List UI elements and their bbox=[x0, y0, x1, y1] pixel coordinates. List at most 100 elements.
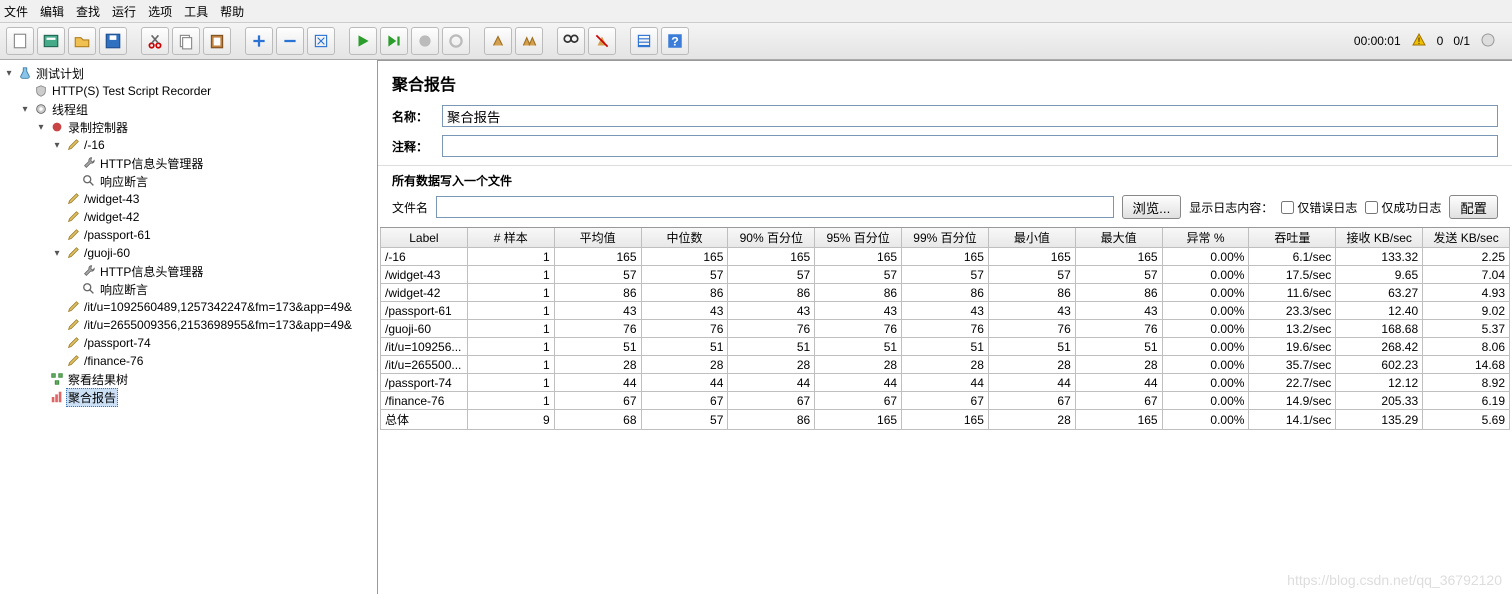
collapse-button[interactable] bbox=[276, 27, 304, 55]
tree-node[interactable]: 响应断言 bbox=[0, 280, 377, 298]
tree-label: /passport-74 bbox=[82, 336, 153, 350]
table-row[interactable]: /finance-761676767676767670.00%14.9/sec2… bbox=[381, 392, 1510, 410]
tree-node[interactable]: /it/u=1092560489,1257342247&fm=173&app=4… bbox=[0, 298, 377, 316]
reset-search-button[interactable] bbox=[588, 27, 616, 55]
name-input[interactable] bbox=[442, 105, 1498, 127]
toggle-button[interactable] bbox=[307, 27, 335, 55]
success-only-checkbox[interactable]: 仅成功日志 bbox=[1365, 199, 1441, 216]
tree-node[interactable]: /passport-61 bbox=[0, 226, 377, 244]
tree-node[interactable]: ▾/-16 bbox=[0, 136, 377, 154]
table-row[interactable]: /guoji-601767676767676760.00%13.2/sec168… bbox=[381, 320, 1510, 338]
new-file-button[interactable] bbox=[6, 27, 34, 55]
table-cell: 43 bbox=[641, 302, 728, 320]
column-header[interactable]: 吞吐量 bbox=[1249, 228, 1336, 248]
tree-node[interactable]: ▾线程组 bbox=[0, 100, 377, 118]
column-header[interactable]: 最大值 bbox=[1075, 228, 1162, 248]
tree-panel[interactable]: ▾测试计划HTTP(S) Test Script Recorder▾线程组▾录制… bbox=[0, 60, 378, 594]
expand-button[interactable] bbox=[245, 27, 273, 55]
table-cell: 165 bbox=[641, 248, 728, 266]
open-button[interactable] bbox=[68, 27, 96, 55]
clear-button[interactable] bbox=[484, 27, 512, 55]
copy-button[interactable] bbox=[172, 27, 200, 55]
tree-node[interactable]: ▾/guoji-60 bbox=[0, 244, 377, 262]
table-cell: 165 bbox=[728, 248, 815, 266]
paste-button[interactable] bbox=[203, 27, 231, 55]
menu-options[interactable]: 选项 bbox=[148, 3, 172, 20]
table-row[interactable]: /-1611651651651651651651650.00%6.1/sec13… bbox=[381, 248, 1510, 266]
table-cell: 67 bbox=[554, 392, 641, 410]
column-header[interactable]: 95% 百分位 bbox=[815, 228, 902, 248]
menu-edit[interactable]: 编辑 bbox=[40, 3, 64, 20]
shutdown-button[interactable] bbox=[442, 27, 470, 55]
filename-input[interactable] bbox=[436, 196, 1114, 218]
table-cell: 43 bbox=[815, 302, 902, 320]
menu-run[interactable]: 运行 bbox=[112, 3, 136, 20]
comment-input[interactable] bbox=[442, 135, 1498, 157]
table-cell: 0.00% bbox=[1162, 374, 1249, 392]
wrench-icon bbox=[80, 264, 98, 278]
errors-only-checkbox[interactable]: 仅错误日志 bbox=[1281, 199, 1357, 216]
menu-file[interactable]: 文件 bbox=[4, 3, 28, 20]
filename-label: 文件名 bbox=[392, 199, 428, 216]
stop-button[interactable] bbox=[411, 27, 439, 55]
column-header[interactable]: 平均值 bbox=[554, 228, 641, 248]
tree-node[interactable]: /passport-74 bbox=[0, 334, 377, 352]
table-cell: 86 bbox=[641, 284, 728, 302]
show-log-label: 显示日志内容： bbox=[1189, 199, 1273, 216]
menu-help[interactable]: 帮助 bbox=[220, 3, 244, 20]
table-cell: 9 bbox=[467, 410, 554, 430]
column-header[interactable]: 99% 百分位 bbox=[902, 228, 989, 248]
function-helper-button[interactable] bbox=[630, 27, 658, 55]
column-header[interactable]: 90% 百分位 bbox=[728, 228, 815, 248]
configure-button[interactable]: 配置 bbox=[1449, 195, 1498, 219]
column-header[interactable]: 异常 % bbox=[1162, 228, 1249, 248]
start-no-timers-button[interactable] bbox=[380, 27, 408, 55]
tree-toggle-icon[interactable]: ▾ bbox=[34, 122, 48, 133]
tree-node[interactable]: HTTP信息头管理器 bbox=[0, 154, 377, 172]
tree-node[interactable]: 聚合报告 bbox=[0, 388, 377, 406]
tree-node[interactable]: /widget-42 bbox=[0, 208, 377, 226]
start-button[interactable] bbox=[349, 27, 377, 55]
tree-node[interactable]: HTTP(S) Test Script Recorder bbox=[0, 82, 377, 100]
tree-node[interactable]: 响应断言 bbox=[0, 172, 377, 190]
column-header[interactable]: 最小值 bbox=[988, 228, 1075, 248]
column-header[interactable]: 接收 KB/sec bbox=[1336, 228, 1423, 248]
tree-toggle-icon[interactable]: ▾ bbox=[50, 140, 64, 151]
table-row[interactable]: /widget-431575757575757570.00%17.5/sec9.… bbox=[381, 266, 1510, 284]
menu-search[interactable]: 查找 bbox=[76, 3, 100, 20]
tree-node[interactable]: ▾录制控制器 bbox=[0, 118, 377, 136]
templates-button[interactable] bbox=[37, 27, 65, 55]
table-row[interactable]: 总体9685786165165281650.00%14.1/sec135.295… bbox=[381, 410, 1510, 430]
table-row[interactable]: /widget-421868686868686860.00%11.6/sec63… bbox=[381, 284, 1510, 302]
clear-all-button[interactable] bbox=[515, 27, 543, 55]
cut-button[interactable] bbox=[141, 27, 169, 55]
column-header[interactable]: # 样本 bbox=[467, 228, 554, 248]
tree-node[interactable]: HTTP信息头管理器 bbox=[0, 262, 377, 280]
tree-node[interactable]: /finance-76 bbox=[0, 352, 377, 370]
table-row[interactable]: /passport-611434343434343430.00%23.3/sec… bbox=[381, 302, 1510, 320]
tree-node[interactable]: 察看结果树 bbox=[0, 370, 377, 388]
table-cell: 51 bbox=[641, 338, 728, 356]
table-cell: 8.92 bbox=[1423, 374, 1510, 392]
column-header[interactable]: 发送 KB/sec bbox=[1423, 228, 1510, 248]
column-header[interactable]: 中位数 bbox=[641, 228, 728, 248]
table-cell: 63.27 bbox=[1336, 284, 1423, 302]
menu-tools[interactable]: 工具 bbox=[184, 3, 208, 20]
table-row[interactable]: /passport-741444444444444440.00%22.7/sec… bbox=[381, 374, 1510, 392]
help-button[interactable]: ? bbox=[661, 27, 689, 55]
table-row[interactable]: /it/u=265500...1282828282828280.00%35.7/… bbox=[381, 356, 1510, 374]
table-cell: 76 bbox=[1075, 320, 1162, 338]
tree-toggle-icon[interactable]: ▾ bbox=[2, 68, 16, 79]
tree-toggle-icon[interactable]: ▾ bbox=[50, 248, 64, 259]
results-table[interactable]: Label# 样本平均值中位数90% 百分位95% 百分位99% 百分位最小值最… bbox=[380, 227, 1510, 594]
tree-node[interactable]: /it/u=2655009356,2153698955&fm=173&app=4… bbox=[0, 316, 377, 334]
pipette-icon bbox=[64, 318, 82, 332]
column-header[interactable]: Label bbox=[381, 228, 468, 248]
browse-button[interactable]: 浏览... bbox=[1122, 195, 1182, 219]
save-button[interactable] bbox=[99, 27, 127, 55]
table-row[interactable]: /it/u=109256...1515151515151510.00%19.6/… bbox=[381, 338, 1510, 356]
tree-toggle-icon[interactable]: ▾ bbox=[18, 104, 32, 115]
tree-node[interactable]: /widget-43 bbox=[0, 190, 377, 208]
search-button[interactable] bbox=[557, 27, 585, 55]
tree-node[interactable]: ▾测试计划 bbox=[0, 64, 377, 82]
